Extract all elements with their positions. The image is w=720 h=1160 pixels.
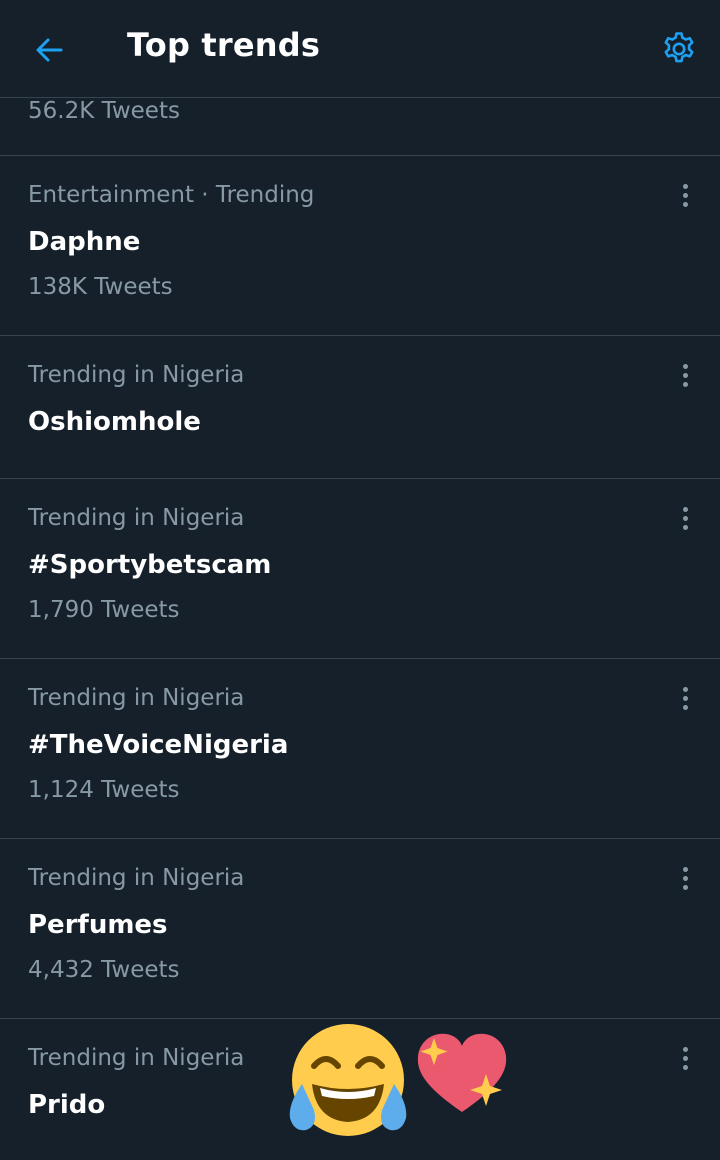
- trend-item[interactable]: Trending in Nigeria Perfumes 4,432 Tweet…: [0, 839, 720, 1019]
- more-dot-icon: [682, 695, 688, 701]
- back-button[interactable]: [24, 25, 74, 75]
- more-dot-icon: [682, 192, 688, 198]
- trend-name: #TheVoiceNigeria: [28, 730, 289, 760]
- trend-name: Oshiomhole: [28, 407, 201, 437]
- trend-context: Trending in Nigeria: [28, 1045, 245, 1071]
- settings-button[interactable]: [654, 24, 704, 74]
- trend-context: Trending in Nigeria: [28, 865, 245, 891]
- more-dot-icon: [682, 1046, 688, 1052]
- app-header: Top trends: [0, 0, 720, 98]
- trend-name: Perfumes: [28, 910, 168, 940]
- top-trends-screen: Top trends 56.2K Tweets Entertainment · …: [0, 0, 720, 1160]
- trend-name: #Sportybetscam: [28, 550, 272, 580]
- more-options-button[interactable]: [668, 1041, 702, 1075]
- tweet-count: 1,124 Tweets: [28, 777, 180, 803]
- more-options-button[interactable]: [668, 681, 702, 715]
- tweet-count: 56.2K Tweets: [28, 98, 180, 124]
- trend-context: Trending in Nigeria: [28, 362, 245, 388]
- more-dot-icon: [682, 866, 688, 872]
- more-dot-icon: [682, 515, 688, 521]
- more-dot-icon: [682, 363, 688, 369]
- more-options-button[interactable]: [668, 501, 702, 535]
- trend-item-partial[interactable]: 56.2K Tweets: [0, 98, 720, 156]
- more-dot-icon: [682, 372, 688, 378]
- more-options-button[interactable]: [668, 178, 702, 212]
- more-dot-icon: [682, 884, 688, 890]
- more-dot-icon: [682, 875, 688, 881]
- trend-item[interactable]: Trending in Nigeria Oshiomhole: [0, 336, 720, 479]
- more-dot-icon: [682, 506, 688, 512]
- page-title: Top trends: [127, 26, 321, 64]
- trend-context: Trending in Nigeria: [28, 685, 245, 711]
- more-dot-icon: [682, 686, 688, 692]
- more-dot-icon: [682, 183, 688, 189]
- tweet-count: 4,432 Tweets: [28, 957, 180, 983]
- more-dot-icon: [682, 524, 688, 530]
- trend-context: Entertainment · Trending: [28, 182, 315, 208]
- trend-context: Trending in Nigeria: [28, 505, 245, 531]
- more-options-button[interactable]: [668, 861, 702, 895]
- trend-name: Prido: [28, 1090, 106, 1120]
- more-dot-icon: [682, 1055, 688, 1061]
- arrow-left-icon: [36, 38, 63, 62]
- face-with-tears-of-joy-emoji: [289, 1024, 407, 1136]
- more-dot-icon: [682, 201, 688, 207]
- trend-item[interactable]: Trending in Nigeria #Sportybetscam 1,790…: [0, 479, 720, 659]
- trend-item[interactable]: Trending in Nigeria #TheVoiceNigeria 1,1…: [0, 659, 720, 839]
- tweet-count: 138K Tweets: [28, 274, 173, 300]
- more-dot-icon: [682, 704, 688, 710]
- sparkling-heart-emoji: [417, 1033, 507, 1112]
- trend-item[interactable]: Entertainment · Trending Daphne 138K Twe…: [0, 156, 720, 336]
- more-dot-icon: [682, 381, 688, 387]
- more-options-button[interactable]: [668, 358, 702, 392]
- more-dot-icon: [682, 1064, 688, 1070]
- tweet-count: 1,790 Tweets: [28, 597, 180, 623]
- trend-name: Daphne: [28, 227, 141, 257]
- gear-icon: [664, 32, 694, 63]
